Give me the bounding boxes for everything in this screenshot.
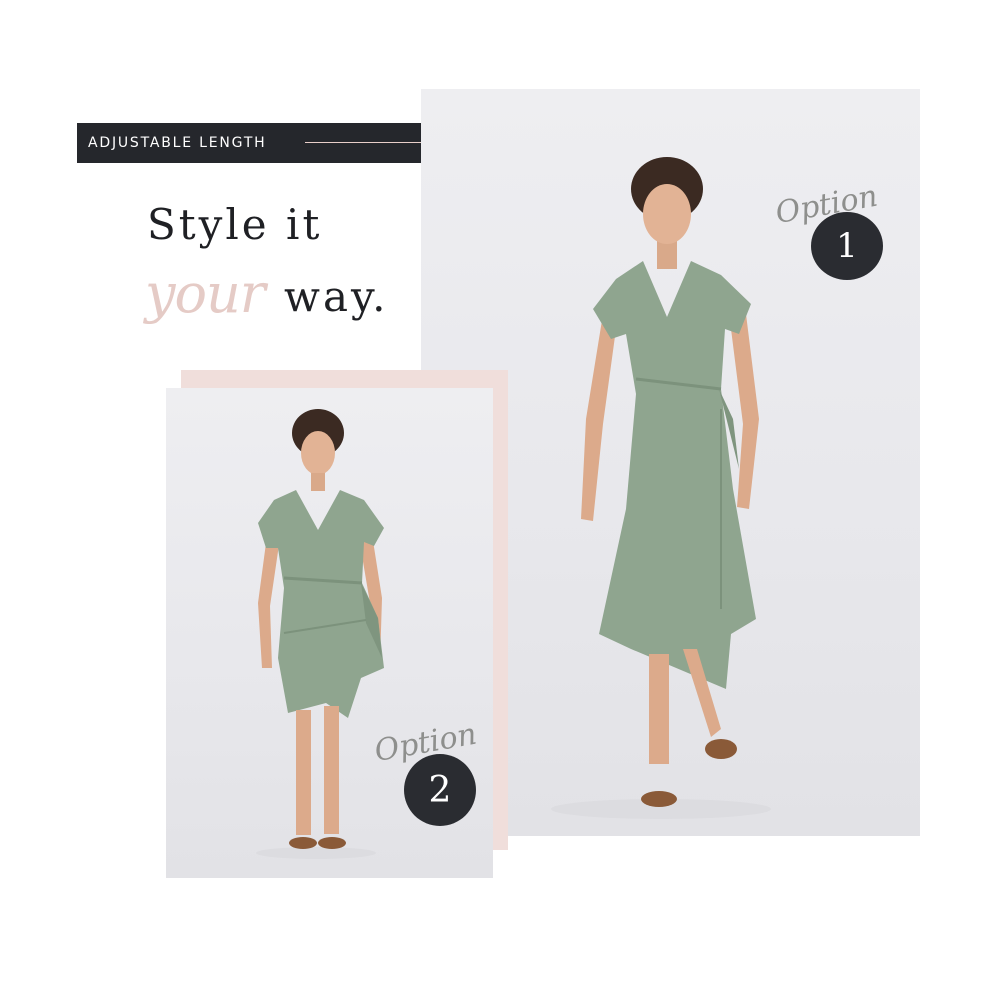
option-2-badge: 2 xyxy=(404,754,476,826)
headline-line-2-end: way. xyxy=(284,272,389,321)
option-1-badge: 1 xyxy=(811,212,883,280)
banner-label: ADJUSTABLE LENGTH xyxy=(88,135,267,151)
headline-line-1: Style it xyxy=(147,200,323,249)
headline-script-word: your xyxy=(145,262,266,325)
section-banner: ADJUSTABLE LENGTH xyxy=(77,123,532,163)
